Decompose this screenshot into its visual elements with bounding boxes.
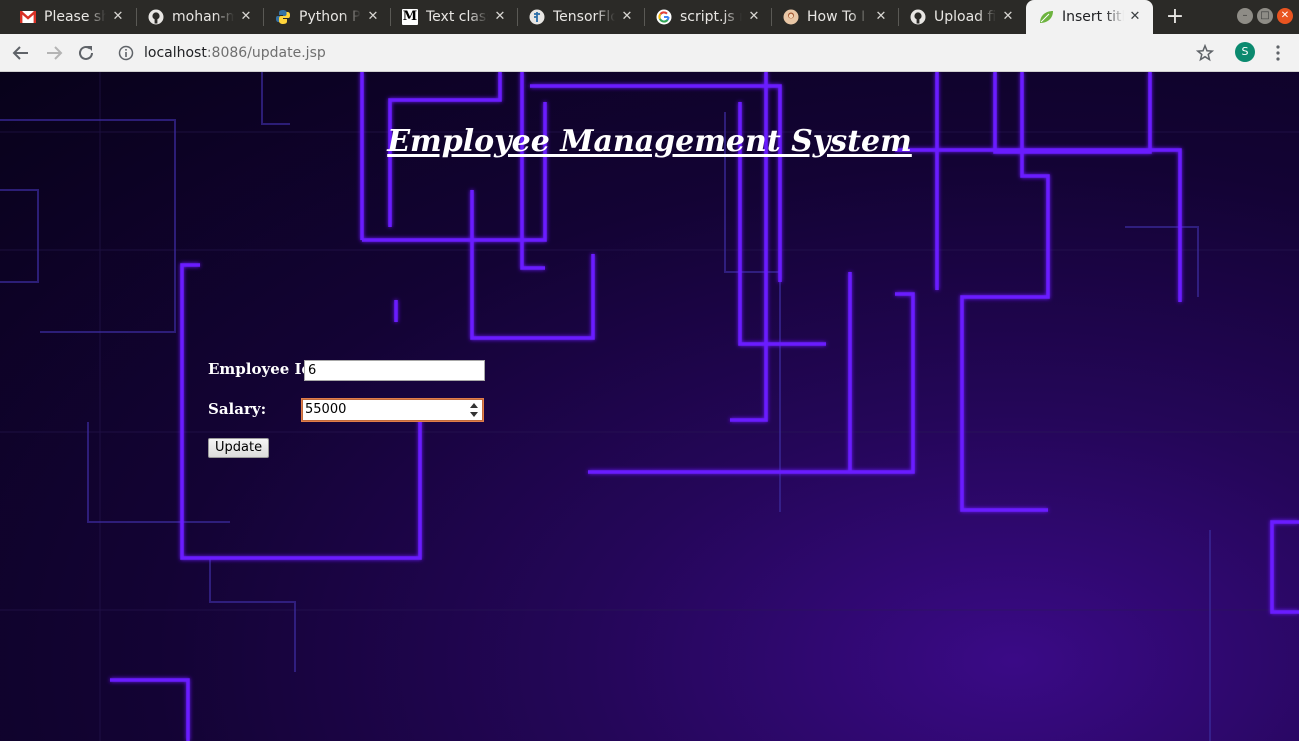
- tab-title: Insert titl: [1062, 9, 1124, 25]
- tab-title: Python P: [299, 9, 361, 25]
- google-icon: [656, 9, 672, 25]
- url-host: localhost: [144, 45, 207, 61]
- close-window-button[interactable]: ✕: [1277, 8, 1293, 24]
- close-icon[interactable]: ✕: [746, 9, 762, 25]
- back-arrow-icon: [12, 46, 28, 60]
- profile-avatar[interactable]: S: [1235, 42, 1255, 62]
- github-icon: [148, 9, 164, 25]
- tab-1[interactable]: Please sh ✕: [0, 0, 136, 34]
- salary-input[interactable]: 55000: [302, 399, 483, 421]
- circuit-background-image: [0, 72, 1299, 741]
- star-icon: [1196, 44, 1214, 62]
- bookmark-star-button[interactable]: [1193, 41, 1217, 65]
- employee-id-input[interactable]: [304, 360, 485, 381]
- page-title: Employee Management System: [387, 124, 912, 159]
- reload-button[interactable]: [74, 41, 98, 65]
- close-icon[interactable]: ✕: [365, 9, 381, 25]
- tensorflow-icon: [529, 9, 545, 25]
- info-icon: [118, 45, 134, 61]
- forward-button[interactable]: [42, 41, 66, 65]
- tab-3[interactable]: Python P ✕: [255, 0, 391, 34]
- tab-title: mohan-m: [172, 9, 234, 25]
- python-icon: [275, 9, 291, 25]
- tab-4[interactable]: M Text class ✕: [382, 0, 518, 34]
- tab-title: Upload fi: [934, 9, 996, 25]
- number-spinner-icon[interactable]: [469, 403, 478, 417]
- address-bar[interactable]: localhost:8086/update.jsp: [108, 38, 1224, 68]
- medium-icon: M: [402, 9, 418, 25]
- close-icon[interactable]: ✕: [238, 9, 254, 25]
- tab-title: Please sh: [44, 9, 106, 25]
- tab-title: script.js r: [680, 9, 742, 25]
- menu-button[interactable]: [1266, 41, 1290, 65]
- avatar-icon: [783, 9, 799, 25]
- url-path: :8086/update.jsp: [206, 45, 326, 61]
- browser-toolbar: localhost:8086/update.jsp S: [0, 34, 1299, 72]
- back-button[interactable]: [9, 41, 33, 65]
- update-button[interactable]: Update: [208, 438, 270, 458]
- employee-id-label: Employee Id:: [208, 360, 318, 378]
- tab-2[interactable]: mohan-m ✕: [128, 0, 264, 34]
- kebab-menu-icon: [1276, 45, 1280, 61]
- tab-7[interactable]: How To I ✕: [763, 0, 899, 34]
- github-icon: [910, 9, 926, 25]
- close-icon[interactable]: ✕: [1127, 9, 1143, 25]
- spinner-down-arrow-icon[interactable]: [469, 412, 478, 417]
- close-icon[interactable]: ✕: [110, 9, 126, 25]
- minimize-window-button[interactable]: –: [1237, 8, 1253, 24]
- tab-8[interactable]: Upload fi ✕: [890, 0, 1026, 34]
- tab-9-active[interactable]: Insert titl ✕: [1026, 0, 1153, 34]
- forward-arrow-icon: [47, 46, 63, 60]
- tab-strip: Please sh ✕ mohan-m ✕ Python P ✕ M Text …: [0, 0, 1299, 34]
- page-viewport: Employee Management System Employee Id: …: [0, 72, 1299, 741]
- tab-5[interactable]: TensorFlo ✕: [509, 0, 645, 34]
- close-icon[interactable]: ✕: [619, 9, 635, 25]
- gmail-icon: [20, 9, 36, 25]
- tab-title: How To I: [807, 9, 866, 25]
- reload-icon: [79, 45, 93, 60]
- spinner-up-arrow-icon[interactable]: [469, 403, 478, 408]
- salary-value: 55000: [305, 402, 347, 417]
- close-icon[interactable]: ✕: [492, 9, 508, 25]
- salary-label: Salary:: [208, 400, 267, 418]
- new-tab-button[interactable]: +: [1163, 5, 1187, 29]
- tab-title: Text class: [426, 9, 488, 25]
- leaf-icon: [1038, 9, 1054, 25]
- close-icon[interactable]: ✕: [1000, 9, 1016, 25]
- tab-6[interactable]: script.js r ✕: [636, 0, 772, 34]
- maximize-window-button[interactable]: □: [1257, 8, 1273, 24]
- close-icon[interactable]: ✕: [873, 9, 889, 25]
- tab-title: TensorFlo: [553, 9, 615, 25]
